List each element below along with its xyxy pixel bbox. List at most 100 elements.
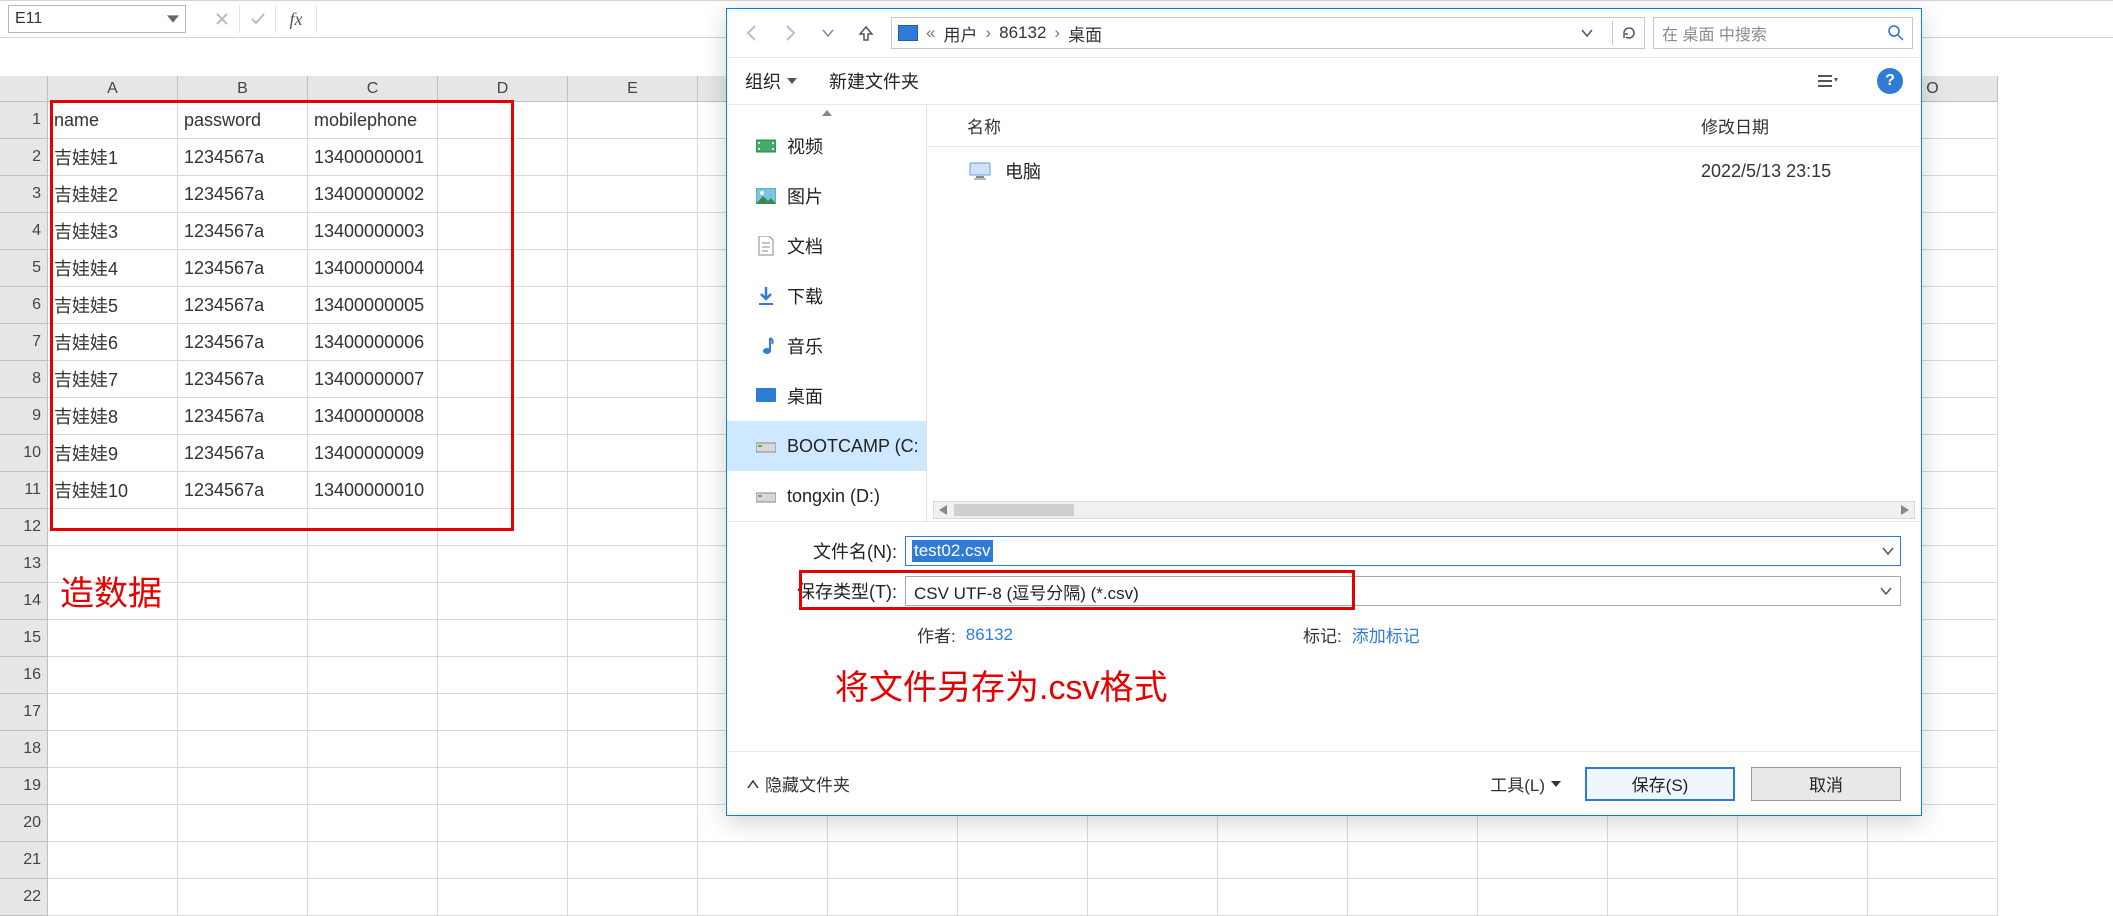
cell[interactable] (308, 620, 438, 657)
cell[interactable] (568, 509, 698, 546)
cell[interactable] (48, 731, 178, 768)
scroll-up-icon[interactable] (727, 105, 926, 121)
filename-field[interactable]: test02.csv (905, 536, 1901, 566)
cell[interactable]: 吉娃娃4 (48, 250, 178, 287)
cell[interactable]: mobilephone (308, 102, 438, 139)
row-header[interactable]: 7 (0, 324, 48, 361)
cell[interactable] (178, 657, 308, 694)
row-header[interactable]: 19 (0, 768, 48, 805)
row-header[interactable]: 9 (0, 398, 48, 435)
cell[interactable] (1608, 879, 1738, 916)
cell[interactable] (568, 102, 698, 139)
cell[interactable] (308, 768, 438, 805)
tree-item[interactable]: 桌面 (727, 371, 926, 421)
cell[interactable] (438, 139, 568, 176)
column-name[interactable]: 名称 (967, 113, 1701, 138)
cell[interactable] (438, 361, 568, 398)
cell[interactable] (308, 879, 438, 916)
row-header[interactable]: 1 (0, 102, 48, 139)
cell[interactable] (1868, 879, 1998, 916)
forward-icon[interactable] (773, 16, 807, 50)
address-bar[interactable]: « 用户 › 86132 › 桌面 (891, 17, 1645, 49)
cell[interactable] (178, 768, 308, 805)
cell[interactable] (1738, 879, 1868, 916)
chevron-down-icon[interactable] (167, 13, 179, 25)
view-options-icon[interactable] (1811, 64, 1845, 98)
hide-folders-toggle[interactable]: 隐藏文件夹 (747, 771, 850, 796)
cell[interactable] (308, 657, 438, 694)
cell[interactable] (178, 620, 308, 657)
cell[interactable] (568, 879, 698, 916)
cell[interactable]: 1234567a (178, 324, 308, 361)
tree-item[interactable]: BOOTCAMP (C: (727, 421, 926, 471)
cell[interactable] (438, 620, 568, 657)
cell[interactable]: 13400000001 (308, 139, 438, 176)
cell[interactable] (308, 546, 438, 583)
cell[interactable] (438, 509, 568, 546)
cell[interactable] (438, 176, 568, 213)
column-header[interactable]: B (178, 76, 308, 102)
tree-item[interactable]: 音乐 (727, 321, 926, 371)
list-header[interactable]: 名称 修改日期 (927, 105, 1921, 147)
recent-locations-chevron-icon[interactable] (811, 16, 845, 50)
cell[interactable] (1348, 842, 1478, 879)
row-header[interactable]: 8 (0, 361, 48, 398)
chevron-down-icon[interactable] (1882, 547, 1894, 555)
row-header[interactable]: 5 (0, 250, 48, 287)
cell[interactable] (178, 583, 308, 620)
scrollbar-thumb[interactable] (954, 504, 1074, 516)
organize-button[interactable]: 组织 (745, 68, 797, 94)
scroll-right-icon[interactable] (1896, 502, 1914, 518)
cell[interactable] (438, 250, 568, 287)
row-header[interactable]: 12 (0, 509, 48, 546)
row-header[interactable]: 13 (0, 546, 48, 583)
cell[interactable]: 13400000006 (308, 324, 438, 361)
cell[interactable]: 1234567a (178, 435, 308, 472)
tree-item[interactable]: 下载 (727, 271, 926, 321)
scroll-left-icon[interactable] (934, 502, 952, 518)
cell[interactable]: 13400000010 (308, 472, 438, 509)
cell[interactable] (568, 361, 698, 398)
cell[interactable] (828, 842, 958, 879)
cell[interactable] (1608, 842, 1738, 879)
cell[interactable] (1088, 842, 1218, 879)
column-header[interactable]: C (308, 76, 438, 102)
cell[interactable] (1218, 842, 1348, 879)
cell[interactable] (48, 842, 178, 879)
cell[interactable]: 13400000009 (308, 435, 438, 472)
cell[interactable]: 吉娃娃5 (48, 287, 178, 324)
cell[interactable] (568, 546, 698, 583)
cell[interactable] (958, 842, 1088, 879)
name-box[interactable]: E11 (8, 5, 186, 33)
row-header[interactable]: 15 (0, 620, 48, 657)
cell[interactable] (438, 546, 568, 583)
cell[interactable] (438, 102, 568, 139)
cell[interactable] (568, 731, 698, 768)
folder-tree[interactable]: 视频图片文档下载音乐桌面BOOTCAMP (C:tongxin (D:) (727, 105, 927, 521)
cell[interactable] (568, 250, 698, 287)
column-date[interactable]: 修改日期 (1701, 113, 1921, 138)
select-all-corner[interactable] (0, 76, 48, 102)
save-type-select[interactable]: CSV UTF-8 (逗号分隔) (*.csv) (905, 576, 1901, 606)
cell[interactable] (1478, 879, 1608, 916)
search-input[interactable]: 在 桌面 中搜索 (1653, 17, 1913, 49)
row-header[interactable]: 21 (0, 842, 48, 879)
cell[interactable] (438, 435, 568, 472)
row-header[interactable]: 11 (0, 472, 48, 509)
cell[interactable] (438, 324, 568, 361)
breadcrumb-item[interactable]: 桌面 (1068, 21, 1102, 46)
cell[interactable] (308, 805, 438, 842)
cell[interactable]: 1234567a (178, 213, 308, 250)
row-header[interactable]: 18 (0, 731, 48, 768)
breadcrumb-item[interactable]: 86132 (999, 23, 1046, 43)
cell[interactable] (48, 694, 178, 731)
cell[interactable] (308, 842, 438, 879)
up-icon[interactable] (849, 16, 883, 50)
cancel-button[interactable]: 取消 (1751, 767, 1901, 801)
cell[interactable] (48, 805, 178, 842)
cell[interactable] (568, 842, 698, 879)
cell[interactable] (438, 213, 568, 250)
cell[interactable]: 吉娃娃6 (48, 324, 178, 361)
cell[interactable] (178, 842, 308, 879)
cell[interactable] (568, 657, 698, 694)
